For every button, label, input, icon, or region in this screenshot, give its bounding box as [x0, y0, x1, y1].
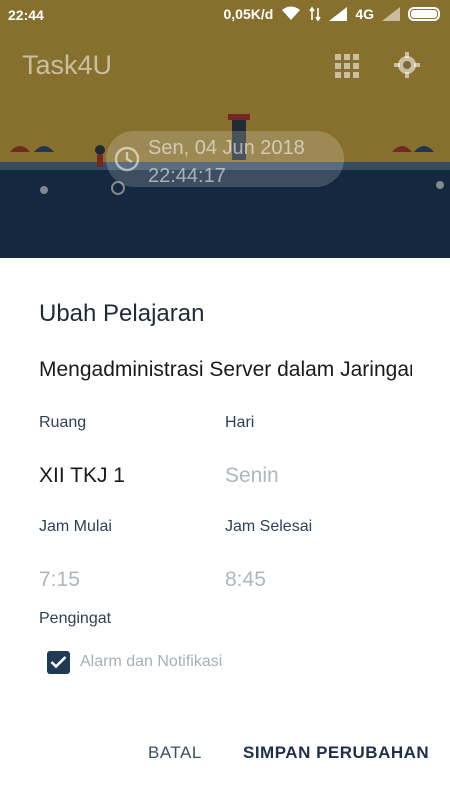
network-speed: 0,05K/d [223, 6, 274, 22]
cancel-button[interactable]: BATAL [148, 743, 202, 763]
gear-icon[interactable] [394, 52, 420, 78]
signal-icon [382, 7, 400, 21]
start-time-field[interactable]: 7:15 [39, 568, 80, 592]
edit-lesson-dialog: Ubah Pelajaran Mengadministrasi Server d… [0, 258, 450, 800]
header-time: 22:44:17 [148, 165, 226, 187]
end-time-field[interactable]: 8:45 [225, 568, 266, 592]
status-bar: 22:44 0,05K/d 4G [0, 0, 450, 30]
dialog-title: Ubah Pelajaran [39, 300, 205, 327]
room-field[interactable]: XII TKJ 1 [39, 464, 125, 488]
background-app: 22:44 0,05K/d 4G Task4U Sen, 04 Jun 2018… [0, 0, 450, 258]
start-time-label: Jam Mulai [39, 518, 112, 535]
header-date: Sen, 04 Jun 2018 [148, 137, 305, 159]
wifi-icon [282, 6, 301, 20]
subject-field[interactable]: Mengadministrasi Server dalam Jaringan [39, 358, 412, 382]
battery-icon [408, 7, 440, 21]
clock-icon [114, 146, 140, 172]
signal-icon [329, 7, 348, 21]
data-arrows-icon [309, 6, 321, 22]
checkmark-icon [50, 656, 67, 669]
room-label: Ruang [39, 414, 87, 431]
dialog-scrim[interactable] [0, 0, 450, 258]
alarm-checkbox[interactable] [47, 651, 70, 674]
save-changes-button[interactable]: SIMPAN PERUBAHAN [243, 743, 429, 763]
network-type: 4G [355, 6, 374, 22]
app-title: Task4U [22, 50, 113, 80]
end-time-label: Jam Selesai [225, 518, 313, 535]
status-time: 22:44 [8, 7, 44, 23]
day-label: Hari [225, 414, 255, 431]
alarm-checkbox-label[interactable]: Alarm dan Notifikasi [80, 653, 222, 671]
status-icons: 0,05K/d 4G [223, 6, 440, 22]
reminder-label: Pengingat [39, 610, 112, 627]
grid-icon[interactable] [335, 54, 361, 78]
day-select[interactable]: Senin [225, 464, 279, 488]
